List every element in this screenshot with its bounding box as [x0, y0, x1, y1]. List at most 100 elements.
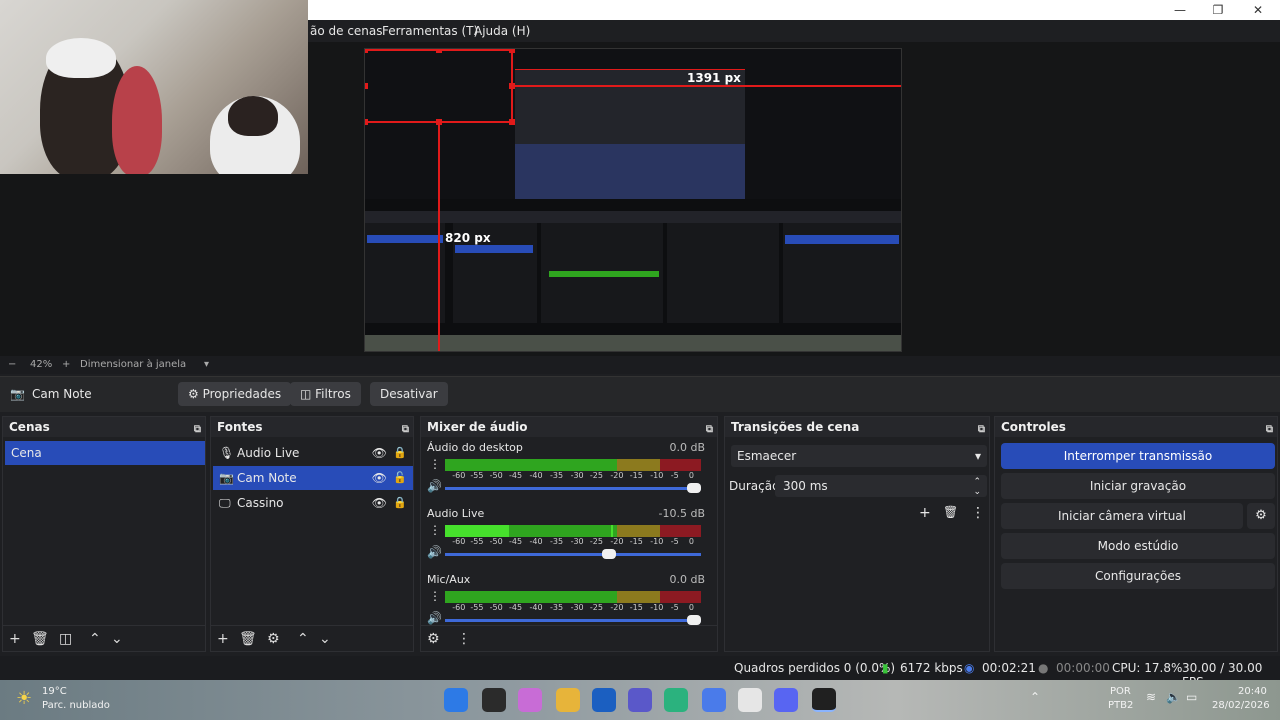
- settings-button[interactable]: Configurações: [1001, 563, 1275, 589]
- controls-title: Controles: [1001, 420, 1066, 434]
- lock-icon[interactable]: 🔒: [393, 441, 407, 465]
- obs-icon[interactable]: [812, 688, 836, 712]
- down-icon[interactable]: ⌄: [111, 631, 123, 647]
- up-icon[interactable]: ⌃: [89, 631, 101, 647]
- scenes-header: Cenas ⧉: [3, 417, 205, 437]
- advanced-audio-icon[interactable]: ⚙: [427, 631, 440, 647]
- clock-time[interactable]: 20:40: [1238, 686, 1267, 697]
- filters-button[interactable]: ◫ Filtros: [290, 382, 361, 406]
- mixer-header: Mixer de áudio ⧉: [421, 417, 717, 437]
- spin-down-icon[interactable]: ⌄: [973, 481, 981, 503]
- restore-button[interactable]: ❐: [1208, 2, 1228, 18]
- volume-slider[interactable]: [445, 483, 701, 493]
- handle-bottom-left[interactable]: [365, 119, 368, 125]
- eye-icon[interactable]: 👁: [372, 441, 387, 465]
- eye-icon[interactable]: 👁: [372, 491, 387, 515]
- gear-icon[interactable]: ⚙: [267, 631, 280, 647]
- transform-box[interactable]: [365, 49, 513, 123]
- zoom-in-button[interactable]: +: [62, 359, 70, 370]
- transition-value: Esmaecer: [737, 449, 797, 463]
- zoom-out-button[interactable]: −: [8, 359, 16, 370]
- add-icon[interactable]: +: [9, 631, 21, 647]
- edge-icon[interactable]: [664, 688, 688, 712]
- lock-icon[interactable]: 🔓: [393, 466, 407, 490]
- duration-input[interactable]: 300 ms ⌃ ⌄: [775, 475, 987, 497]
- source-item-audio-live[interactable]: 🎙 Audio Live 👁 🔒: [213, 441, 413, 465]
- discord-icon[interactable]: [774, 688, 798, 712]
- handle-top-right[interactable]: [509, 49, 515, 53]
- volume-knob[interactable]: [687, 615, 701, 625]
- volume-icon[interactable]: 🔈: [1166, 690, 1181, 704]
- clock-date[interactable]: 28/02/2026: [1212, 700, 1270, 711]
- virtual-camera-gear-icon[interactable]: ⚙: [1247, 503, 1275, 529]
- studio-mode-button[interactable]: Modo estúdio: [1001, 533, 1275, 559]
- app-icon[interactable]: [702, 688, 726, 712]
- webcam-overlay: [0, 0, 308, 174]
- properties-button[interactable]: ⚙ Propriedades: [178, 382, 292, 406]
- undock-icon[interactable]: ⧉: [978, 420, 985, 440]
- handle-top-left[interactable]: [365, 49, 368, 53]
- teams-icon[interactable]: [628, 688, 652, 712]
- trash-icon[interactable]: 🗑: [239, 631, 257, 647]
- source-item-cam-note[interactable]: 📷 Cam Note 👁 🔓: [213, 466, 413, 490]
- handle-right[interactable]: [509, 83, 515, 89]
- menu-tools[interactable]: Ferramentas (T): [382, 24, 478, 38]
- menu-scene-collection[interactable]: ão de cenas: [310, 24, 383, 38]
- speaker-icon[interactable]: 🔊: [427, 611, 442, 625]
- volume-knob[interactable]: [602, 549, 617, 559]
- undock-icon[interactable]: ⧉: [194, 420, 201, 440]
- filter-icon[interactable]: ◫: [59, 631, 72, 647]
- trash-icon[interactable]: 🗑: [943, 505, 958, 519]
- channel-menu-icon[interactable]: ⋮: [429, 523, 441, 537]
- close-button[interactable]: ✕: [1248, 2, 1268, 18]
- preview-canvas[interactable]: 1391 px 820 px: [364, 48, 902, 352]
- file-explorer-icon[interactable]: [556, 688, 580, 712]
- wifi-icon[interactable]: ≋: [1146, 690, 1156, 704]
- language-2[interactable]: PTB2: [1108, 700, 1133, 711]
- lock-icon[interactable]: 🔒: [393, 491, 407, 515]
- scene-item-cena[interactable]: Cena: [5, 441, 205, 465]
- speaker-icon[interactable]: 🔊: [427, 545, 442, 559]
- language-1[interactable]: POR: [1110, 686, 1131, 697]
- transition-select[interactable]: Esmaecer ▾: [731, 445, 987, 467]
- handle-bottom-right[interactable]: [509, 119, 515, 125]
- meter-tick: -10: [650, 537, 664, 546]
- menu-dots-icon[interactable]: ⋮: [971, 505, 985, 521]
- start-recording-button[interactable]: Iniciar gravação: [1001, 473, 1275, 499]
- volume-slider[interactable]: [445, 615, 701, 625]
- chevron-down-icon[interactable]: ▾: [204, 359, 209, 370]
- volume-slider[interactable]: [445, 549, 701, 559]
- chrome-icon[interactable]: [738, 688, 762, 712]
- channel-menu-icon[interactable]: ⋮: [429, 457, 441, 471]
- undock-icon[interactable]: ⧉: [706, 420, 713, 440]
- microphone-icon: 🎙: [219, 446, 235, 460]
- down-icon[interactable]: ⌄: [319, 631, 331, 647]
- speaker-icon[interactable]: 🔊: [427, 479, 442, 493]
- eye-icon[interactable]: 👁: [372, 466, 387, 490]
- store-icon[interactable]: [592, 688, 616, 712]
- handle-left[interactable]: [365, 83, 368, 89]
- menu-dots-icon[interactable]: ⋮: [457, 631, 471, 647]
- battery-icon[interactable]: ▭: [1186, 690, 1197, 704]
- channel-menu-icon[interactable]: ⋮: [429, 589, 441, 603]
- handle-top[interactable]: [436, 49, 442, 53]
- trash-icon[interactable]: 🗑: [31, 631, 49, 647]
- source-item-cassino[interactable]: 🖵 Cassino 👁 🔒: [213, 491, 413, 515]
- up-icon[interactable]: ⌃: [297, 631, 309, 647]
- copilot-icon[interactable]: [518, 688, 542, 712]
- minimize-button[interactable]: —: [1170, 2, 1190, 18]
- virtual-camera-button[interactable]: Iniciar câmera virtual: [1001, 503, 1243, 529]
- volume-knob[interactable]: [687, 483, 701, 493]
- chevron-up-icon[interactable]: ⌃: [1030, 690, 1040, 704]
- stop-stream-button[interactable]: Interromper transmissão: [1001, 443, 1275, 469]
- deactivate-button[interactable]: Desativar: [370, 382, 448, 406]
- handle-bottom[interactable]: [436, 119, 442, 125]
- add-icon[interactable]: +: [919, 505, 931, 521]
- add-icon[interactable]: +: [217, 631, 229, 647]
- task-view-icon[interactable]: [482, 688, 506, 712]
- zoom-mode-select[interactable]: Dimensionar à janela: [80, 359, 186, 370]
- undock-icon[interactable]: ⧉: [402, 420, 409, 440]
- windows-start-icon[interactable]: [444, 688, 468, 712]
- undock-icon[interactable]: ⧉: [1266, 420, 1273, 440]
- menu-help[interactable]: Ajuda (H): [474, 24, 530, 38]
